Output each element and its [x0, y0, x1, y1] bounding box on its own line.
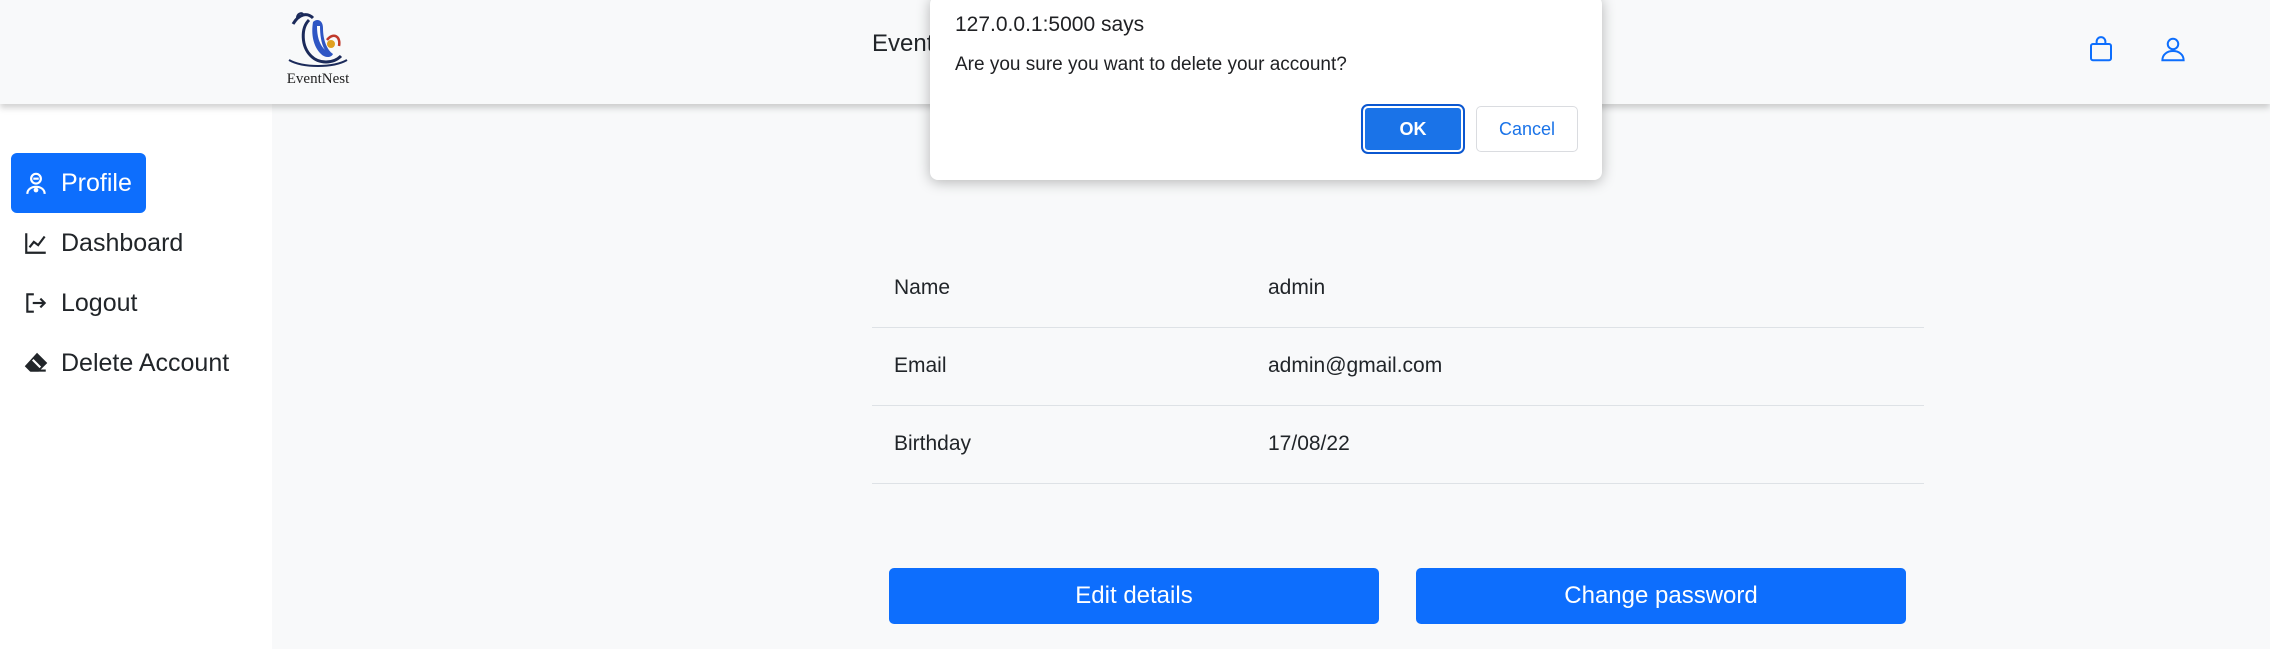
table-row: Email admin@gmail.com — [872, 328, 1924, 406]
row-label: Birthday — [894, 432, 972, 455]
profile-icon — [26, 172, 46, 194]
dialog-message: Are you sure you want to delete your acc… — [955, 54, 1347, 75]
sidebar-item-delete-account[interactable]: Delete Account — [11, 333, 243, 393]
sidebar-item-label: Profile — [61, 168, 132, 197]
row-value: 17/08/22 — [1268, 432, 1350, 455]
logo-text: EventNest — [286, 71, 350, 87]
eraser-icon — [24, 352, 48, 372]
profile-details-table: Name admin Email admin@gmail.com Birthda… — [872, 250, 1924, 484]
logout-icon — [26, 293, 47, 313]
sidebar-item-label: Delete Account — [61, 348, 230, 377]
brand-title[interactable]: Event — [872, 30, 933, 58]
sidebar: Profile Dashboard Logout Delete Account — [0, 104, 272, 649]
sidebar-item-profile[interactable]: Profile — [11, 153, 146, 213]
ok-button[interactable]: OK — [1361, 104, 1465, 154]
row-value: admin — [1268, 276, 1326, 299]
row-value: admin@gmail.com — [1268, 354, 1443, 377]
logo[interactable]: EventNest — [280, 10, 356, 90]
sidebar-item-logout[interactable]: Logout — [11, 273, 151, 333]
confirm-dialog: 127.0.0.1:5000 says Are you sure you wan… — [930, 0, 1602, 180]
edit-details-button[interactable]: Edit details — [889, 568, 1379, 624]
dialog-title: 127.0.0.1:5000 says — [955, 13, 1145, 36]
table-row: Name admin — [872, 250, 1924, 328]
row-label: Email — [894, 354, 947, 377]
user-icon[interactable] — [2158, 34, 2188, 64]
table-row: Birthday 17/08/22 — [872, 406, 1924, 484]
sidebar-item-dashboard[interactable]: Dashboard — [11, 213, 197, 273]
row-label: Name — [894, 276, 951, 299]
cancel-button[interactable]: Cancel — [1476, 106, 1578, 152]
sidebar-item-label: Dashboard — [61, 228, 184, 257]
change-password-button[interactable]: Change password — [1416, 568, 1906, 624]
shopping-bag-icon[interactable] — [2086, 34, 2116, 64]
sidebar-item-label: Logout — [61, 288, 138, 317]
eventnest-logo-icon — [288, 12, 348, 67]
chart-line-icon — [25, 233, 46, 254]
